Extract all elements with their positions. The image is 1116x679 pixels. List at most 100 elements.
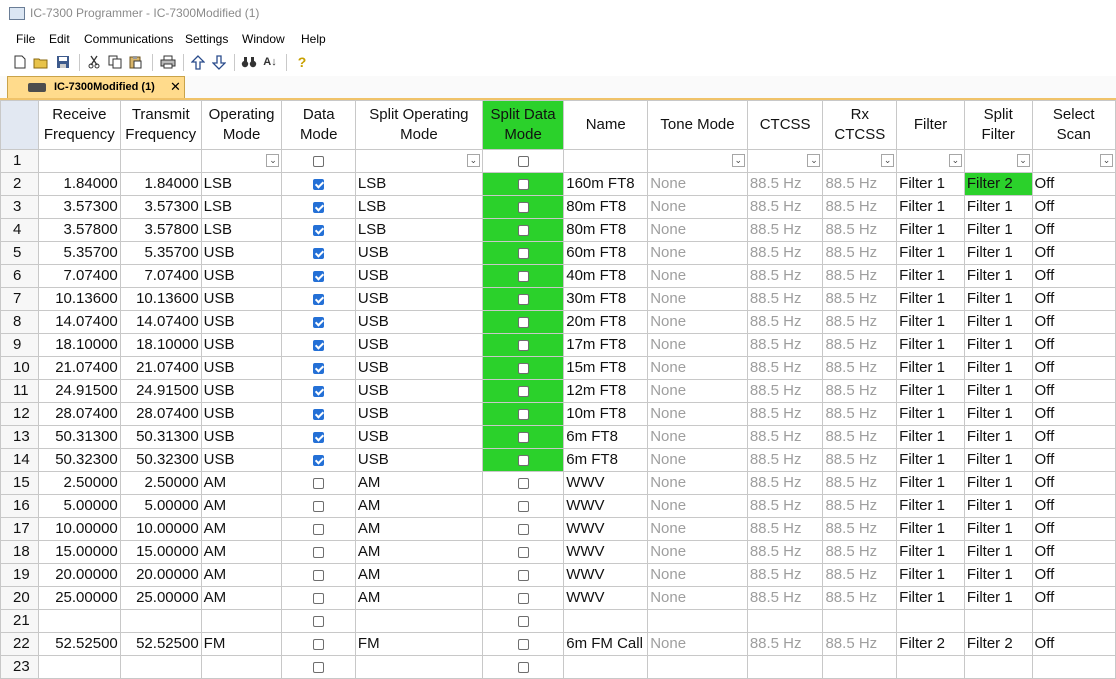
name-cell[interactable]: 10m FT8: [563, 402, 649, 426]
menu-edit[interactable]: Edit: [49, 32, 70, 46]
operating-mode-cell[interactable]: LSB: [200, 218, 283, 242]
operating-mode-cell[interactable]: AM: [200, 540, 283, 564]
split-data-mode-checkbox[interactable]: [517, 638, 529, 650]
table-row[interactable]: 7 10.13600 10.13600 USB USB 30m FT8 None 88.5 H…: [0, 287, 1116, 311]
select-scan-cell[interactable]: Off: [1031, 172, 1116, 196]
column-header-ctcss[interactable]: CTCSS: [746, 100, 824, 150]
menu-communications[interactable]: Communications: [84, 32, 173, 46]
rx-ctcss-cell[interactable]: 88.5 Hz: [822, 471, 898, 495]
operating-mode-cell[interactable]: USB: [200, 448, 283, 472]
row-number[interactable]: 13: [0, 425, 39, 449]
split-filter-cell[interactable]: Filter 1: [963, 379, 1033, 403]
split-filter-cell[interactable]: Filter 1: [963, 563, 1033, 587]
operating-mode-cell[interactable]: USB: [200, 402, 283, 426]
name-cell[interactable]: 80m FT8: [563, 195, 649, 219]
operating-mode-cell[interactable]: USB: [200, 310, 283, 334]
name-cell[interactable]: WWV: [563, 563, 649, 587]
operating-mode-cell[interactable]: USB: [200, 287, 283, 311]
rx-ctcss-cell[interactable]: 88.5 Hz: [822, 563, 898, 587]
transmit-frequency-cell[interactable]: 3.57800: [119, 218, 202, 242]
chevron-down-icon[interactable]: ⌄: [807, 154, 821, 167]
column-header-operating-mode[interactable]: Operating Mode: [200, 100, 283, 150]
select-scan-cell[interactable]: Off: [1031, 333, 1116, 357]
select-scan-cell[interactable]: Off: [1031, 218, 1116, 242]
table-row[interactable]: 1 ⌄ ⌄ ⌄ ⌄ ⌄ ⌄ ⌄ ⌄: [0, 149, 1116, 173]
split-filter-cell[interactable]: [963, 655, 1033, 679]
split-operating-mode-cell[interactable]: USB: [354, 448, 483, 472]
column-header-transmit-frequency[interactable]: Transmit Frequency: [119, 100, 202, 150]
tone-mode-cell[interactable]: [647, 609, 748, 633]
transmit-frequency-cell[interactable]: [119, 149, 202, 173]
row-number[interactable]: 6: [0, 264, 39, 288]
split-filter-cell[interactable]: Filter 1: [963, 287, 1033, 311]
paste-icon[interactable]: [127, 54, 143, 70]
split-filter-cell[interactable]: Filter 1: [963, 402, 1033, 426]
column-header-split-filter[interactable]: Split Filter: [963, 100, 1033, 150]
data-mode-checkbox[interactable]: [313, 477, 325, 489]
row-number[interactable]: 11: [0, 379, 39, 403]
data-mode-checkbox[interactable]: [313, 201, 325, 213]
receive-frequency-cell[interactable]: 50.32300: [37, 448, 121, 472]
download-icon[interactable]: [211, 54, 227, 70]
ctcss-cell[interactable]: 88.5 Hz: [746, 172, 824, 196]
split-operating-mode-cell[interactable]: AM: [354, 517, 483, 541]
ctcss-cell[interactable]: ⌄: [746, 149, 824, 173]
split-data-mode-checkbox[interactable]: [517, 615, 529, 627]
rx-ctcss-cell[interactable]: 88.5 Hz: [822, 632, 898, 656]
data-mode-checkbox[interactable]: [313, 155, 325, 167]
receive-frequency-cell[interactable]: 18.10000: [37, 333, 121, 357]
tone-mode-cell[interactable]: None: [647, 494, 748, 518]
cut-icon[interactable]: [86, 54, 102, 70]
rx-ctcss-cell[interactable]: 88.5 Hz: [822, 540, 898, 564]
find-icon[interactable]: [241, 54, 257, 70]
split-data-mode-checkbox[interactable]: [517, 569, 529, 581]
data-mode-checkbox[interactable]: [313, 431, 325, 443]
transmit-frequency-cell[interactable]: 10.13600: [119, 287, 202, 311]
split-filter-cell[interactable]: Filter 1: [963, 448, 1033, 472]
receive-frequency-cell[interactable]: [37, 149, 121, 173]
receive-frequency-cell[interactable]: 20.00000: [37, 563, 121, 587]
row-number[interactable]: 10: [0, 356, 39, 380]
receive-frequency-cell[interactable]: 5.35700: [37, 241, 121, 265]
ctcss-cell[interactable]: 88.5 Hz: [746, 333, 824, 357]
menu-settings[interactable]: Settings: [185, 32, 228, 46]
table-row[interactable]: 23: [0, 655, 1116, 679]
transmit-frequency-cell[interactable]: 52.52500: [119, 632, 202, 656]
chevron-down-icon[interactable]: ⌄: [466, 154, 480, 167]
split-filter-cell[interactable]: Filter 1: [963, 494, 1033, 518]
operating-mode-cell[interactable]: USB: [200, 356, 283, 380]
data-mode-checkbox[interactable]: [313, 523, 325, 535]
split-filter-cell[interactable]: Filter 1: [963, 264, 1033, 288]
split-data-mode-checkbox[interactable]: [517, 592, 529, 604]
row-number[interactable]: 1: [0, 149, 39, 173]
split-filter-cell[interactable]: Filter 1: [963, 471, 1033, 495]
transmit-frequency-cell[interactable]: 18.10000: [119, 333, 202, 357]
print-icon[interactable]: [160, 54, 176, 70]
split-filter-cell[interactable]: Filter 2: [963, 632, 1033, 656]
filter-cell[interactable]: [896, 609, 965, 633]
filter-cell[interactable]: Filter 1: [896, 448, 965, 472]
table-row[interactable]: 9 18.10000 18.10000 USB USB 17m FT8 None 88.5 H…: [0, 333, 1116, 357]
ctcss-cell[interactable]: 88.5 Hz: [746, 379, 824, 403]
name-cell[interactable]: 60m FT8: [563, 241, 649, 265]
split-data-mode-checkbox[interactable]: [517, 155, 529, 167]
operating-mode-cell[interactable]: [200, 655, 283, 679]
operating-mode-cell[interactable]: AM: [200, 494, 283, 518]
filter-cell[interactable]: Filter 1: [896, 218, 965, 242]
data-mode-checkbox[interactable]: [313, 385, 325, 397]
split-filter-cell[interactable]: ⌄: [963, 149, 1033, 173]
split-filter-cell[interactable]: Filter 1: [963, 356, 1033, 380]
split-operating-mode-cell[interactable]: AM: [354, 494, 483, 518]
split-operating-mode-cell[interactable]: USB: [354, 402, 483, 426]
operating-mode-cell[interactable]: USB: [200, 241, 283, 265]
data-mode-checkbox[interactable]: [313, 592, 325, 604]
name-cell[interactable]: WWV: [563, 494, 649, 518]
select-scan-cell[interactable]: Off: [1031, 494, 1116, 518]
close-icon[interactable]: ✕: [170, 79, 181, 95]
split-operating-mode-cell[interactable]: [354, 655, 483, 679]
data-mode-checkbox[interactable]: [313, 569, 325, 581]
ctcss-cell[interactable]: 88.5 Hz: [746, 586, 824, 610]
rx-ctcss-cell[interactable]: 88.5 Hz: [822, 310, 898, 334]
receive-frequency-cell[interactable]: 52.52500: [37, 632, 121, 656]
name-cell[interactable]: WWV: [563, 517, 649, 541]
